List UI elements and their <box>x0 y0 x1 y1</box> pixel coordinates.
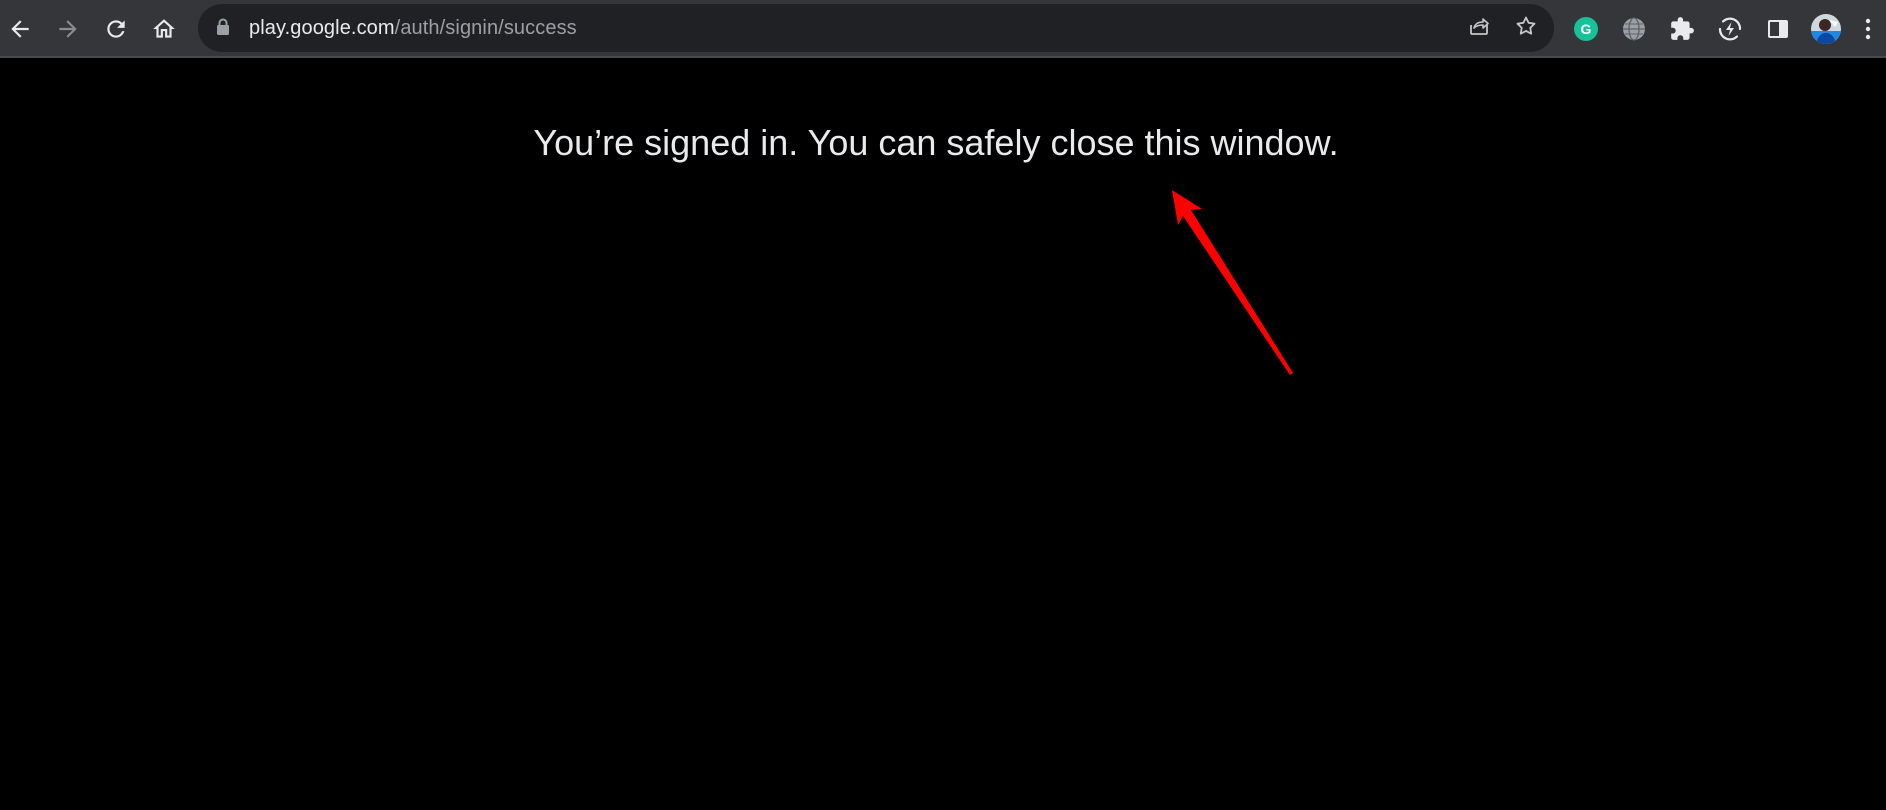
grammarly-icon: G <box>1573 16 1599 42</box>
lock-icon[interactable] <box>216 18 230 41</box>
profile-avatar <box>1810 13 1842 45</box>
side-panel-button[interactable] <box>1758 9 1798 49</box>
url-host: play.google.com <box>249 17 395 39</box>
bookmark-button[interactable] <box>1507 9 1545 47</box>
page-content: You’re signed in. You can safely close t… <box>0 60 1886 810</box>
side-panel-icon <box>1766 17 1790 41</box>
home-button[interactable] <box>144 9 184 49</box>
menu-kebab-icon <box>1864 17 1872 41</box>
url-text[interactable]: play.google.com/auth/signin/success <box>249 17 577 39</box>
bookmark-star-icon <box>1514 14 1538 43</box>
share-button[interactable] <box>1460 9 1498 47</box>
forward-icon <box>55 16 81 42</box>
annotation-arrow-icon <box>1172 190 1293 375</box>
reload-icon <box>103 16 129 42</box>
browser-menu-button[interactable] <box>1850 9 1886 49</box>
svg-text:G: G <box>1581 21 1592 37</box>
back-icon <box>7 16 33 42</box>
address-bar[interactable]: play.google.com/auth/signin/success <box>198 4 1554 52</box>
lightning-extension[interactable] <box>1710 9 1750 49</box>
browser-toolbar: play.google.com/auth/signin/success G <box>0 0 1886 58</box>
globe-extension-icon <box>1621 16 1647 42</box>
home-icon <box>151 16 177 42</box>
reload-button[interactable] <box>96 9 136 49</box>
share-icon <box>1467 14 1491 43</box>
url-path: /auth/signin/success <box>394 17 577 39</box>
lightning-extension-icon <box>1717 16 1743 42</box>
profile-button[interactable] <box>1806 9 1846 49</box>
back-button[interactable] <box>0 9 40 49</box>
forward-button[interactable] <box>48 9 88 49</box>
page-message: You’re signed in. You can safely close t… <box>533 122 1339 163</box>
extensions-button[interactable] <box>1662 9 1702 49</box>
extensions-puzzle-icon <box>1669 16 1695 42</box>
grammarly-extension[interactable]: G <box>1566 9 1606 49</box>
globe-extension[interactable] <box>1614 9 1654 49</box>
